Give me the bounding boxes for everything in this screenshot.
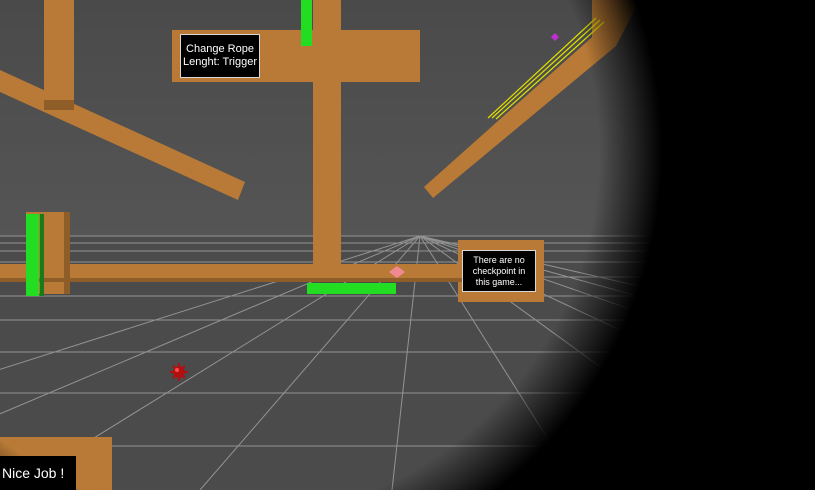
rope-hint-sign: Change Rope Lenght: Trigger <box>180 34 260 78</box>
checkpoint-hint-line-2: checkpoint in <box>472 266 526 276</box>
game-world <box>0 0 815 490</box>
checkpoint-hint-sign: There are no checkpoint in this game... <box>462 250 536 292</box>
rope-hint-line-2: Lenght: Trigger <box>183 56 257 68</box>
hud-message: Nice Job ! <box>0 456 76 490</box>
checkpoint-hint-line-3: this game... <box>475 277 523 287</box>
game-viewport[interactable]: Change Rope Lenght: Trigger There are no… <box>0 0 815 490</box>
rope-hint-line-1: Change Rope <box>186 43 254 55</box>
checkpoint-hint-line-1: There are no <box>473 255 525 265</box>
vision-vignette <box>0 0 815 490</box>
